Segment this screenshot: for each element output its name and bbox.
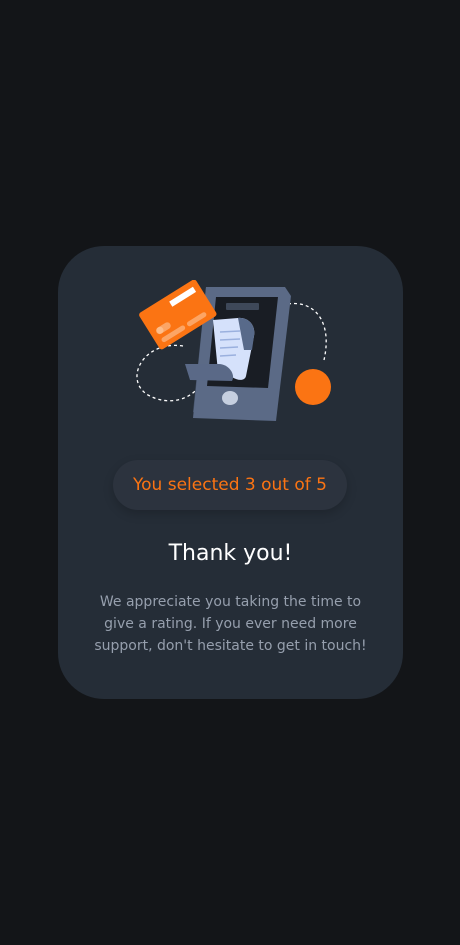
rating-result-text: You selected 3 out of 5: [133, 475, 327, 495]
rating-result-badge: You selected 3 out of 5: [113, 460, 347, 510]
dashed-arc-right: [287, 302, 327, 361]
thank-you-message: We appreciate you taking the time to giv…: [94, 594, 367, 654]
thank-you-title: Thank you!: [168, 541, 293, 566]
coin: [295, 369, 331, 405]
receipt-slot: [185, 364, 234, 381]
payment-illustration-svg: [136, 279, 331, 421]
thank-you-card: You selected 3 out of 5 Thank you! We ap…: [58, 246, 403, 699]
phone-home-button: [222, 391, 238, 405]
phone-payment-receipt-illustration: [128, 279, 338, 430]
phone-speaker: [226, 303, 259, 310]
